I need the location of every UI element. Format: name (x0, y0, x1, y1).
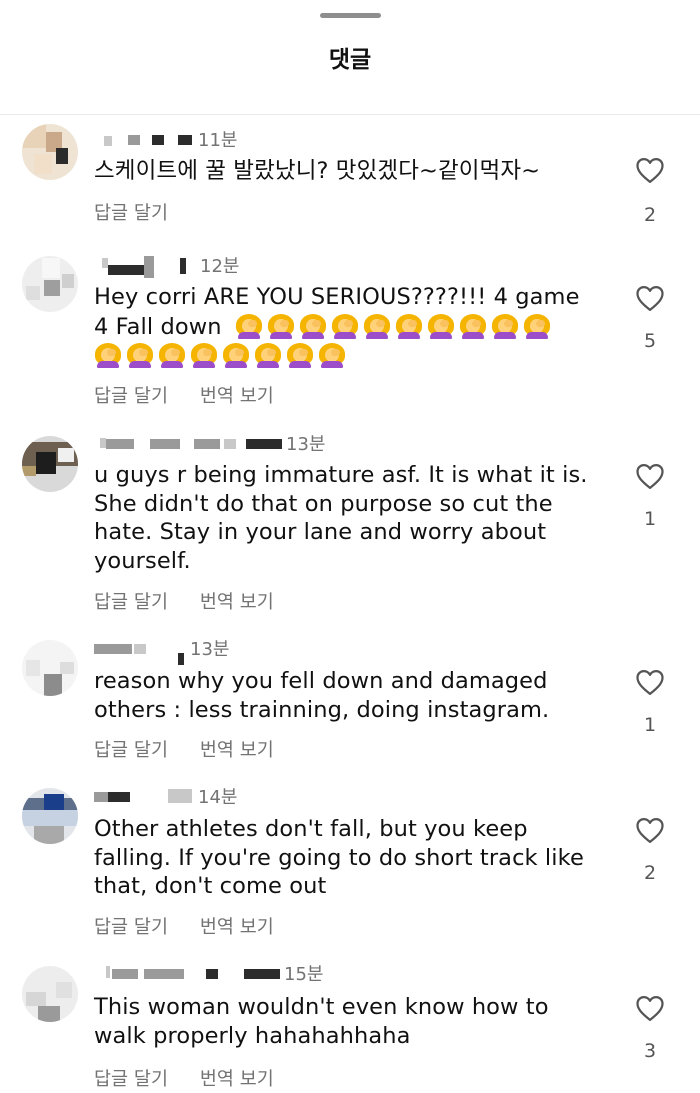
woman-facepalming-emoji (395, 312, 423, 339)
comment-actions: 답글 달기 번역 보기 (94, 736, 300, 762)
comment-username[interactable]: 12분 (94, 252, 254, 278)
woman-facepalming-emoji (222, 341, 250, 368)
comment-text: Other athletes don't fall, but you keep … (94, 816, 584, 899)
reply-button[interactable]: 답글 달기 (94, 917, 168, 938)
comment-time: 11분 (198, 130, 238, 151)
woman-facepalming-emoji (523, 312, 551, 339)
comment-text: reason why you fell down and damaged oth… (94, 668, 550, 723)
comment-text: 스케이트에 꿀 발랐났니? 맛있겠다~같이먹자~ (94, 158, 541, 184)
heart-icon[interactable] (635, 156, 665, 184)
reply-button[interactable]: 답글 달기 (94, 740, 168, 761)
woman-facepalming-emoji (267, 312, 295, 339)
woman-facepalming-emoji (491, 312, 519, 339)
see-translation-button[interactable]: 번역 보기 (200, 1069, 274, 1090)
see-translation-button[interactable]: 번역 보기 (200, 740, 274, 761)
comment-time: 12분 (200, 256, 240, 277)
woman-facepalming-emoji (299, 312, 327, 339)
see-translation-button[interactable]: 번역 보기 (200, 386, 274, 407)
woman-facepalming-emoji (235, 312, 263, 339)
heart-icon[interactable] (635, 994, 665, 1022)
comment-username[interactable]: 13분 (94, 430, 354, 455)
comment-text: u guys r being immature asf. It is what … (94, 462, 588, 574)
comment-actions: 답글 달기 번역 보기 (94, 382, 300, 408)
comment-username[interactable]: 14분 (94, 783, 274, 808)
avatar[interactable] (22, 124, 78, 180)
heart-icon[interactable] (635, 816, 665, 844)
like-count: 1 (643, 508, 657, 530)
comment-time: 14분 (198, 787, 238, 808)
emoji-row (94, 341, 614, 371)
comment-time: 13분 (286, 434, 326, 455)
woman-facepalming-emoji (190, 341, 218, 368)
avatar[interactable] (22, 256, 78, 312)
comment-time: 13분 (190, 639, 230, 660)
woman-facepalming-emoji (318, 341, 346, 368)
reply-button[interactable]: 답글 달기 (94, 203, 168, 224)
comment-username[interactable]: 11분 (94, 126, 274, 151)
comment-username[interactable]: 13분 (94, 635, 254, 665)
like-count: 1 (643, 714, 657, 736)
like-count: 2 (643, 862, 657, 884)
comment-text-line: 4 Fall down (94, 312, 614, 342)
reply-button[interactable]: 답글 달기 (94, 386, 168, 407)
like-count: 2 (643, 204, 657, 226)
see-translation-button[interactable]: 번역 보기 (200, 592, 274, 613)
woman-facepalming-emoji (126, 341, 154, 368)
comment-actions: 답글 달기 번역 보기 (94, 1065, 300, 1091)
comment-item: 11분 스케이트에 꿀 발랐났니? 맛있겠다~같이먹자~ 답글 달기 2 (0, 118, 700, 233)
comment-item: 13분 reason why you fell down and damaged… (0, 634, 700, 764)
comment-text-line: Hey corri ARE YOU SERIOUS????!!! 4 game (94, 284, 580, 310)
woman-facepalming-emoji (254, 341, 282, 368)
woman-facepalming-emoji (286, 341, 314, 368)
comment-item: 15분 This woman wouldn't even know how to… (0, 960, 700, 1093)
woman-facepalming-emoji (427, 312, 455, 339)
comment-actions: 답글 달기 번역 보기 (94, 913, 300, 939)
woman-facepalming-emoji (94, 341, 122, 368)
reply-button[interactable]: 답글 달기 (94, 1069, 168, 1090)
comment-item: 14분 Other athletes don't fall, but you k… (0, 782, 700, 952)
comment-time: 15분 (284, 964, 324, 985)
title-divider (0, 114, 700, 115)
comments-sheet: 댓글 11분 스케이트에 꿀 발랐났니? 맛있겠다~같이먹자~ 답글 달기 2 (0, 0, 700, 1093)
comment-actions: 답글 달기 (94, 199, 194, 225)
woman-facepalming-emoji (363, 312, 391, 339)
comment-username[interactable]: 15분 (94, 960, 354, 985)
avatar[interactable] (22, 966, 78, 1022)
comment-item: 13분 u guys r being immature asf. It is w… (0, 430, 700, 622)
comment-text-fragment: 4 Fall down (94, 313, 222, 340)
see-translation-button[interactable]: 번역 보기 (200, 917, 274, 938)
emoji-row (235, 312, 555, 340)
drag-handle[interactable] (320, 13, 381, 18)
heart-icon[interactable] (635, 284, 665, 312)
comment-actions: 답글 달기 번역 보기 (94, 588, 300, 614)
like-count: 5 (643, 330, 657, 352)
like-count: 3 (643, 1040, 657, 1062)
avatar[interactable] (22, 788, 78, 844)
avatar[interactable] (22, 640, 78, 696)
woman-facepalming-emoji (158, 341, 186, 368)
comment-text: Hey corri ARE YOU SERIOUS????!!! 4 game … (94, 283, 614, 371)
comment-item: 12분 Hey corri ARE YOU SERIOUS????!!! 4 g… (0, 250, 700, 418)
avatar[interactable] (22, 436, 78, 492)
comment-text: This woman wouldn't even know how to wal… (94, 994, 549, 1049)
sheet-title: 댓글 (328, 47, 372, 73)
reply-button[interactable]: 답글 달기 (94, 592, 168, 613)
woman-facepalming-emoji (459, 312, 487, 339)
woman-facepalming-emoji (331, 312, 359, 339)
heart-icon[interactable] (635, 462, 665, 490)
heart-icon[interactable] (635, 668, 665, 696)
